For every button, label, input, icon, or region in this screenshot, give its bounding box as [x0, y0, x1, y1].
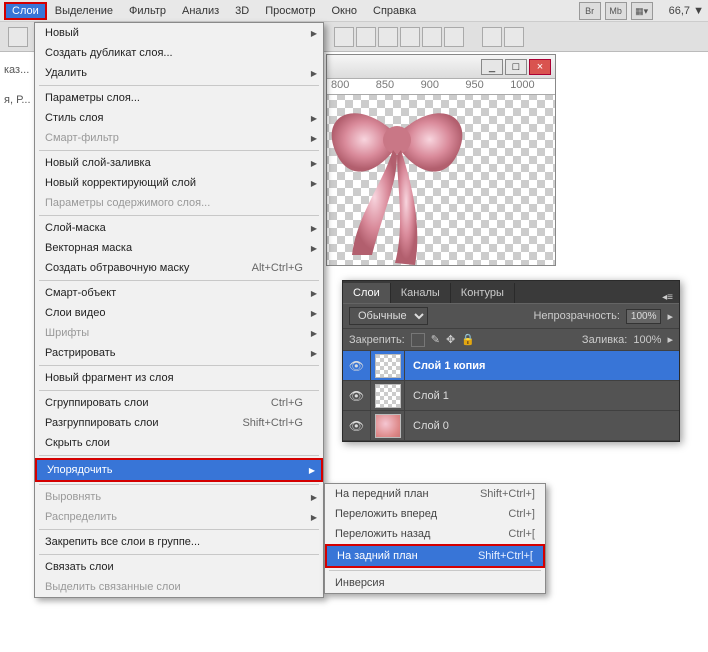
layer-name[interactable]: Слой 0	[405, 420, 449, 432]
visibility-eye-icon[interactable]: 👁	[343, 351, 371, 380]
lock-all-icon[interactable]: 🔒	[461, 333, 475, 346]
panel-tabs: Слои Каналы Контуры ◂≡	[343, 281, 679, 303]
menu-item[interactable]: Распределить	[35, 507, 323, 527]
menu-help[interactable]: Справка	[365, 2, 424, 20]
screen-mode-button[interactable]: ▦▾	[631, 2, 653, 20]
close-button[interactable]: ×	[529, 59, 551, 75]
menu-item[interactable]: Скрыть слои	[35, 433, 323, 453]
tool-icon[interactable]	[8, 27, 28, 47]
layer-thumbnail[interactable]	[375, 384, 401, 408]
fill-value[interactable]: 100%	[633, 334, 661, 346]
menu-item[interactable]: Стиль слоя	[35, 108, 323, 128]
ruler-horizontal: 8008509009501000	[327, 79, 555, 95]
menu-selection[interactable]: Выделение	[47, 2, 121, 20]
app-menubar: Слои Выделение Фильтр Анализ 3D Просмотр…	[0, 0, 708, 22]
align-icon[interactable]	[378, 27, 398, 47]
blend-mode-select[interactable]: Обычные	[349, 307, 428, 325]
align-icon[interactable]	[334, 27, 354, 47]
menu-3d[interactable]: 3D	[227, 2, 257, 20]
menu-item[interactable]: Закрепить все слои в группе...	[35, 532, 323, 552]
menu-item[interactable]: Слой-маска	[35, 218, 323, 238]
tab-paths[interactable]: Контуры	[451, 283, 515, 303]
menu-item[interactable]: Новый корректирующий слой	[35, 173, 323, 193]
menu-item[interactable]: Новый	[35, 23, 323, 43]
tab-channels[interactable]: Каналы	[391, 283, 451, 303]
align-icon[interactable]	[444, 27, 464, 47]
submenu-item[interactable]: Переложить назадCtrl+[	[325, 524, 545, 544]
layer-row[interactable]: 👁 Слой 1	[343, 381, 679, 411]
menu-item[interactable]: Векторная маска	[35, 238, 323, 258]
menu-filter[interactable]: Фильтр	[121, 2, 174, 20]
minimize-button[interactable]: _	[481, 59, 503, 75]
opacity-value[interactable]: 100%	[626, 309, 662, 324]
panel-menu-icon[interactable]: ◂≡	[656, 292, 679, 303]
menu-item[interactable]: Растрировать	[35, 343, 323, 363]
layer-list: 👁 Слой 1 копия 👁 Слой 1 👁 Слой 0	[343, 351, 679, 441]
fill-label: Заливка:	[582, 334, 627, 346]
lock-transparency-icon[interactable]	[411, 333, 425, 347]
submenu-item[interactable]: На передний планShift+Ctrl+]	[325, 484, 545, 504]
layer-name[interactable]: Слой 1	[405, 390, 449, 402]
menu-item[interactable]: Слои видео	[35, 303, 323, 323]
lock-label: Закрепить:	[349, 334, 405, 346]
tab-fragment: я, Р...	[4, 94, 31, 106]
visibility-eye-icon[interactable]: 👁	[343, 381, 371, 410]
menu-item[interactable]: Шрифты	[35, 323, 323, 343]
menu-item[interactable]: Смарт-фильтр	[35, 128, 323, 148]
menu-view[interactable]: Просмотр	[257, 2, 323, 20]
visibility-eye-icon[interactable]: 👁	[343, 411, 371, 440]
menu-item[interactable]: Выровнять	[35, 487, 323, 507]
align-icon[interactable]	[400, 27, 420, 47]
menu-item[interactable]: Новый фрагмент из слоя	[35, 368, 323, 388]
menu-item[interactable]: Разгруппировать слоиShift+Ctrl+G	[35, 413, 323, 433]
lock-move-icon[interactable]: ✥	[446, 333, 455, 346]
menu-item[interactable]: Упорядочить	[37, 460, 321, 480]
menu-item[interactable]: Сгруппировать слоиCtrl+G	[35, 393, 323, 413]
maximize-button[interactable]: □	[505, 59, 527, 75]
layer-thumbnail[interactable]	[375, 414, 401, 438]
tab-layers[interactable]: Слои	[343, 283, 391, 303]
lock-pixels-icon[interactable]: ✎	[431, 333, 440, 346]
bow-image	[327, 95, 497, 265]
menu-item[interactable]: Удалить	[35, 63, 323, 83]
menu-item[interactable]: Связать слои	[35, 557, 323, 577]
distribute-icon[interactable]	[482, 27, 502, 47]
align-icon[interactable]	[422, 27, 442, 47]
tab-fragment: каз...	[4, 64, 29, 76]
bridge-button[interactable]: Br	[579, 2, 601, 20]
menu-item[interactable]: Параметры содержимого слоя...	[35, 193, 323, 213]
menu-item[interactable]: Создать обтравочную маскуAlt+Ctrl+G	[35, 258, 323, 278]
distribute-icon[interactable]	[504, 27, 524, 47]
document-window: _ □ × 8008509009501000	[326, 54, 556, 266]
menu-item[interactable]: Параметры слоя...	[35, 88, 323, 108]
zoom-level[interactable]: 66,7 ▼	[669, 5, 704, 17]
arrange-submenu: На передний планShift+Ctrl+]Переложить в…	[324, 483, 546, 594]
layer-row[interactable]: 👁 Слой 1 копия	[343, 351, 679, 381]
layers-panel: Слои Каналы Контуры ◂≡ Обычные Непрозрач…	[342, 280, 680, 442]
submenu-item[interactable]: Инверсия	[325, 573, 545, 593]
layer-thumbnail[interactable]	[375, 354, 401, 378]
layer-name[interactable]: Слой 1 копия	[405, 360, 485, 372]
opacity-label: Непрозрачность:	[533, 310, 619, 322]
menu-item[interactable]: Создать дубликат слоя...	[35, 43, 323, 63]
menu-window[interactable]: Окно	[323, 2, 365, 20]
minibridge-button[interactable]: Mb	[605, 2, 627, 20]
align-icon[interactable]	[356, 27, 376, 47]
menu-analysis[interactable]: Анализ	[174, 2, 227, 20]
layers-menu-dropdown: НовыйСоздать дубликат слоя...Удалить Пара…	[34, 22, 324, 598]
menu-item[interactable]: Смарт-объект	[35, 283, 323, 303]
doc-titlebar: _ □ ×	[327, 55, 555, 79]
submenu-item[interactable]: Переложить впередCtrl+]	[325, 504, 545, 524]
menu-item[interactable]: Выделить связанные слои	[35, 577, 323, 597]
layer-row[interactable]: 👁 Слой 0	[343, 411, 679, 441]
canvas[interactable]	[327, 95, 555, 265]
menu-item[interactable]: Новый слой-заливка	[35, 153, 323, 173]
menu-layers[interactable]: Слои	[4, 2, 47, 20]
submenu-item[interactable]: На задний планShift+Ctrl+[	[327, 546, 543, 566]
